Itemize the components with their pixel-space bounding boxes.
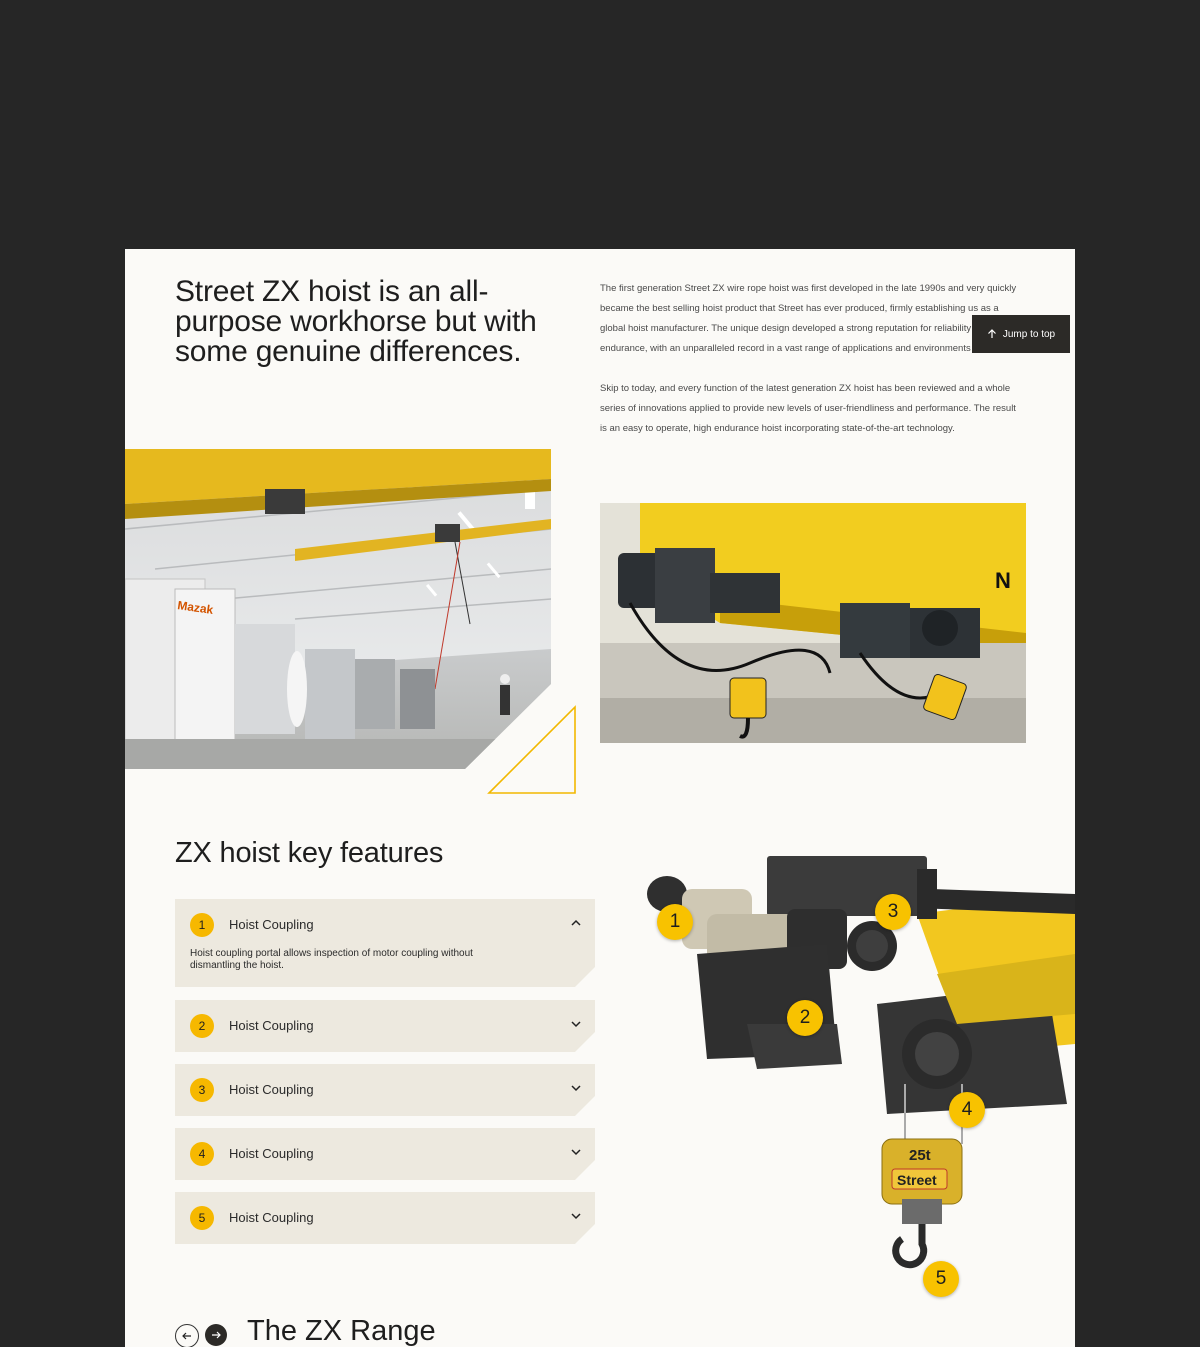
- arrow-up-icon: [987, 329, 996, 338]
- feature-accordion-item[interactable]: 2 Hoist Coupling: [175, 1000, 595, 1052]
- jump-to-top-button[interactable]: Jump to top: [972, 315, 1070, 353]
- hoist-photo: N: [600, 503, 1026, 743]
- chevron-up-icon[interactable]: [571, 919, 581, 927]
- hotspot-marker-2[interactable]: 2: [787, 1000, 823, 1036]
- feature-description: Hoist coupling portal allows inspection …: [190, 948, 473, 971]
- prev-button[interactable]: [175, 1324, 199, 1347]
- chevron-down-icon[interactable]: [571, 1084, 581, 1092]
- feature-number: 1: [190, 913, 214, 937]
- hoist-photo-sign: N: [995, 568, 1011, 593]
- accordion-header[interactable]: 4 Hoist Coupling: [175, 1128, 595, 1180]
- next-button[interactable]: [205, 1324, 227, 1346]
- decorative-triangle: [487, 705, 576, 794]
- intro-text: The first generation Street ZX wire rope…: [600, 279, 1025, 459]
- feature-label: Hoist Coupling: [229, 1082, 314, 1097]
- feature-label: Hoist Coupling: [229, 1146, 314, 1161]
- jump-to-top-label: Jump to top: [1002, 328, 1056, 340]
- hotspot-marker-1[interactable]: 1: [657, 904, 693, 940]
- hoist-diagram: 25t Street 1 2 3 4 5: [637, 854, 1075, 1299]
- hotspot-marker-5[interactable]: 5: [923, 1261, 959, 1297]
- intro-paragraph: The first generation Street ZX wire rope…: [600, 283, 1019, 354]
- chevron-down-icon[interactable]: [571, 1148, 581, 1156]
- page-panel: Street ZX hoist is an all-purpose workho…: [125, 249, 1075, 1347]
- accordion-header[interactable]: 1 Hoist Coupling: [175, 899, 595, 951]
- feature-accordion-item[interactable]: 3 Hoist Coupling: [175, 1064, 595, 1116]
- feature-number: 5: [190, 1206, 214, 1230]
- range-title: The ZX Range: [247, 1315, 436, 1347]
- hero-title: Street ZX hoist is an all-purpose workho…: [175, 275, 537, 368]
- feature-accordion-item[interactable]: 1 Hoist Coupling Hoist coupling portal a…: [175, 899, 595, 987]
- feature-number: 4: [190, 1142, 214, 1166]
- intro-paragraph: Skip to today, and every function of the…: [600, 383, 1016, 434]
- feature-label: Hoist Coupling: [229, 1018, 314, 1033]
- hoist-illustration: 25t Street: [647, 856, 1075, 1269]
- feature-label: Hoist Coupling: [229, 917, 314, 932]
- feature-accordion-item[interactable]: 4 Hoist Coupling: [175, 1128, 595, 1180]
- arrow-left-icon: [182, 1332, 191, 1340]
- feature-number: 2: [190, 1014, 214, 1038]
- hotspot-marker-3[interactable]: 3: [875, 894, 911, 930]
- block-label: 25t: [909, 1147, 931, 1164]
- feature-accordion-item[interactable]: 5 Hoist Coupling: [175, 1192, 595, 1244]
- block-brand: Street: [897, 1172, 937, 1188]
- accordion-header[interactable]: 5 Hoist Coupling: [175, 1192, 595, 1244]
- hotspot-marker-4[interactable]: 4: [949, 1092, 985, 1128]
- feature-label: Hoist Coupling: [229, 1210, 314, 1225]
- arrow-right-icon: [212, 1331, 221, 1339]
- accordion-header[interactable]: 2 Hoist Coupling: [175, 1000, 595, 1052]
- chevron-down-icon[interactable]: [571, 1212, 581, 1220]
- feature-number: 3: [190, 1078, 214, 1102]
- chevron-down-icon[interactable]: [571, 1020, 581, 1028]
- features-title: ZX hoist key features: [175, 837, 444, 869]
- accordion-header[interactable]: 3 Hoist Coupling: [175, 1064, 595, 1116]
